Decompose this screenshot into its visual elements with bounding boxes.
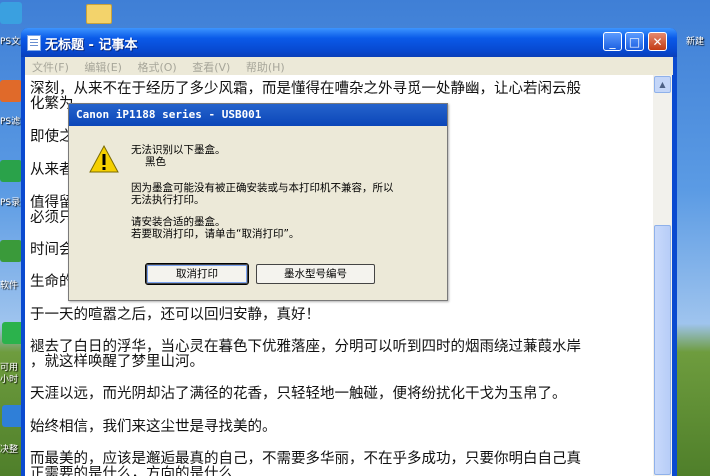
desktop-shortcut-icon[interactable] [0,240,22,262]
notepad-icon [27,35,41,51]
warning-icon [89,144,119,173]
desktop-shortcut-icon[interactable] [0,80,22,102]
window-title: 无标题 - 记事本 [45,38,138,53]
desktop-label: PS滤 [0,117,21,127]
desktop-label: PS文 [0,37,21,47]
desktop-label: 小时 [0,375,19,385]
text-line: 天涯以远，而光阴却沾了满径的花香，只轻轻地一触碰，便将纷扰化干戈为玉帛了。 [30,386,567,402]
text-line: 深刻，从来不在于经历了多少风霜，而是懂得在嘈杂之外寻觅一处静幽，让心若闲云般 [30,81,581,97]
text-line: 于一天的喧嚣之后，还可以回归安静，真好！ [30,307,320,323]
minimize-button[interactable]: _ [603,32,622,51]
desktop-label: 决整 [0,445,19,455]
text-line: 即使之 [30,129,74,145]
text-line: 正需要的是什么，方向的是什么 [30,466,233,476]
dialog-message-line: 无法执行打印。 [131,194,205,206]
cancel-print-button[interactable]: 取消打印 [145,263,249,285]
menu-file[interactable]: 文件(F) [25,57,74,75]
dialog-title: Canon iP1188 series - USB001 [76,108,262,121]
dialog-title-bar[interactable]: Canon iP1188 series - USB001 [69,104,447,126]
scroll-thumb[interactable] [654,225,671,475]
text-line: 从来者 [30,162,74,178]
dialog-message-line: 无法识别以下墨盒。 [131,144,226,156]
text-line: 始终相信，我们来这尘世是寻找美的。 [30,419,277,435]
ink-model-number-button[interactable]: 墨水型号编号 [256,264,375,284]
desktop-label-right: 新建 [686,37,705,47]
folder-icon[interactable] [86,4,112,24]
title-bar[interactable]: 无标题 - 记事本 _ □ ✕ [21,28,677,57]
text-line: 化繁为 [30,96,74,112]
dialog-message-line: 请安装合适的墨盒。 [131,216,226,228]
menu-bar: 文件(F) 编辑(E) 格式(O) 查看(V) 帮助(H) [25,57,673,75]
menu-help[interactable]: 帮助(H) [239,57,290,75]
text-line: ，就这样唤醒了梦里山河。 [30,354,204,370]
menu-edit[interactable]: 编辑(E) [77,57,127,75]
desktop-shortcut-icon[interactable] [0,160,22,182]
maximize-button[interactable]: □ [625,32,644,51]
menu-view[interactable]: 查看(V) [185,57,235,75]
desktop-shortcut-icon[interactable] [0,2,22,24]
dialog-message-line: 若要取消打印，请单击“取消打印”。 [131,228,300,240]
menu-format[interactable]: 格式(O) [130,57,181,75]
vertical-scrollbar[interactable]: ▲ [653,75,672,476]
desktop-label: 软件 [0,281,19,291]
close-button[interactable]: ✕ [648,32,667,51]
dialog-message-line: 黑色 [145,156,166,168]
desktop-label: PS录 [0,198,21,208]
text-line: 必须只 [30,210,74,226]
scroll-up-icon[interactable]: ▲ [654,76,671,93]
dialog-message-line: 因为墨盒可能没有被正确安装或与本打印机不兼容，所以 [131,182,394,194]
printer-error-dialog: Canon iP1188 series - USB001 无法识别以下墨盒。 黑… [68,103,448,301]
